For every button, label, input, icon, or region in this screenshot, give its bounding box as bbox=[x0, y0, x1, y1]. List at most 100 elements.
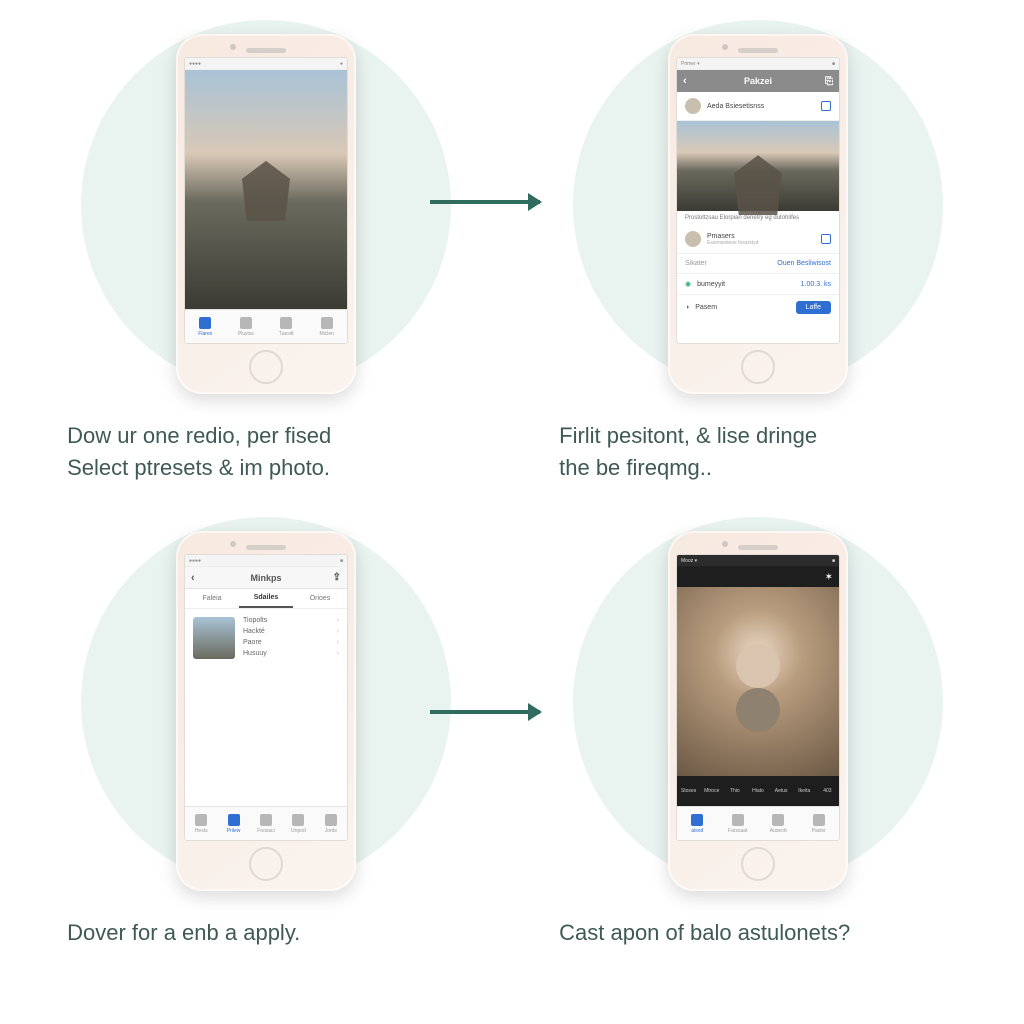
filter-strip: Stoses Mtroce Thio Hiato Aetus Ikeita 40… bbox=[677, 776, 839, 806]
phone-mockup: ●●●●■ ‹ Minkps ⇪ Faleia Sdailes Orioes T… bbox=[176, 531, 356, 891]
back-icon[interactable]: ‹ bbox=[191, 572, 195, 584]
user-name: Aeda Bsiesetisnss bbox=[707, 103, 764, 110]
tab-item[interactable]: Ausentt bbox=[758, 807, 799, 840]
phone-camera-dot bbox=[230, 44, 236, 50]
row-label: bumeyyit bbox=[697, 281, 725, 288]
tab-icon bbox=[280, 317, 292, 329]
nav-title: Minkps bbox=[250, 573, 281, 583]
avatar-icon bbox=[685, 231, 701, 247]
tab-item[interactable]: Miclen bbox=[307, 310, 348, 343]
caption-line: Dow ur one redio, per fised bbox=[67, 423, 331, 448]
tab-item[interactable]: Foosaci bbox=[250, 807, 282, 840]
tab-icon bbox=[199, 317, 211, 329]
phone-speaker bbox=[738, 48, 778, 53]
tab-item[interactable]: alsod bbox=[677, 807, 718, 840]
filter-option[interactable]: Stoses bbox=[677, 776, 700, 806]
user-row[interactable]: Aeda Bsiesetisnss bbox=[677, 92, 839, 121]
data-row: ◑ Pasem Laffe bbox=[677, 295, 839, 320]
tab-bar: alsod Farssaat Ausentt Pazier bbox=[677, 806, 839, 840]
nav-header: ‹ Minkps ⇪ bbox=[185, 567, 347, 589]
nav-title: Pakzei bbox=[744, 76, 772, 86]
top-toolbar: ✶ bbox=[677, 567, 839, 587]
list-item[interactable]: Tiopolts bbox=[243, 617, 339, 624]
caption-line: Select ptresets & im photo. bbox=[67, 455, 330, 480]
phone-mockup: ●●●●● Flares Pluviss Tuesitt Miclen bbox=[176, 34, 356, 394]
tab-item[interactable]: Hests bbox=[185, 807, 217, 840]
segment-tab[interactable]: Orioes bbox=[293, 589, 347, 608]
phone-screen: ●●●●● Flares Pluviss Tuesitt Miclen bbox=[184, 57, 348, 344]
tab-label: Unpod bbox=[291, 828, 306, 834]
footer-link[interactable]: Ouen Besliwisost bbox=[777, 260, 831, 267]
list-item[interactable]: Hackté bbox=[243, 628, 339, 635]
tab-bar: Hests Prilew Foosaci Unpod Jords bbox=[185, 806, 347, 840]
tab-icon bbox=[732, 814, 744, 826]
feed-photo[interactable] bbox=[677, 121, 839, 211]
tab-label: Pluviss bbox=[238, 331, 254, 337]
list-item[interactable]: Paore bbox=[243, 639, 339, 646]
action-icon[interactable]: ⎘ bbox=[825, 76, 833, 87]
tab-label: alsod bbox=[691, 828, 703, 834]
bookmark-icon[interactable]: ✶ bbox=[825, 572, 833, 583]
step-caption: Dover for a enb a apply. bbox=[67, 917, 465, 949]
checkbox[interactable] bbox=[821, 101, 831, 111]
tab-label: Flares bbox=[198, 331, 212, 337]
tab-icon bbox=[691, 814, 703, 826]
segment-tab[interactable]: Sdailes bbox=[239, 589, 293, 608]
arrow-icon bbox=[430, 200, 540, 204]
caption-line: Dover for a enb a apply. bbox=[67, 920, 300, 945]
segment-tab[interactable]: Faleia bbox=[185, 589, 239, 608]
phone-mockup: Primer ▾■ ‹ Pakzei ⎘ Aeda Bsiesetisnss P… bbox=[668, 34, 848, 394]
primary-button[interactable]: Laffe bbox=[796, 301, 831, 314]
filter-option[interactable]: Ikeita bbox=[793, 776, 816, 806]
tab-icon bbox=[813, 814, 825, 826]
avatar-icon bbox=[685, 98, 701, 114]
filter-option[interactable]: 403 bbox=[816, 776, 839, 806]
home-button[interactable] bbox=[249, 847, 283, 881]
tab-item[interactable]: Tuesitt bbox=[266, 310, 307, 343]
tab-item[interactable]: Prilew bbox=[217, 807, 249, 840]
step-3: ●●●●■ ‹ Minkps ⇪ Faleia Sdailes Orioes T… bbox=[40, 517, 492, 1004]
tab-item[interactable]: Pluviss bbox=[226, 310, 267, 343]
tab-item[interactable]: Jords bbox=[315, 807, 347, 840]
tab-icon bbox=[325, 814, 337, 826]
step-caption: Firlit pesitont, & lise dringe the be fi… bbox=[559, 420, 957, 484]
status-bar: ●●●●● bbox=[185, 58, 347, 70]
list-item[interactable]: Husuuy bbox=[243, 650, 339, 657]
tab-icon bbox=[240, 317, 252, 329]
phone-mockup: Mooz ▾■ ✶ Stoses Mtroce Thio Hiato Aetus… bbox=[668, 531, 848, 891]
home-button[interactable] bbox=[741, 847, 775, 881]
step-1: ●●●●● Flares Pluviss Tuesitt Miclen Dow … bbox=[40, 20, 492, 507]
phone-camera-dot bbox=[722, 44, 728, 50]
home-button[interactable] bbox=[249, 350, 283, 384]
tab-item[interactable]: Pazier bbox=[799, 807, 840, 840]
user-name: Pmasers bbox=[707, 233, 758, 240]
home-button[interactable] bbox=[741, 350, 775, 384]
phone-screen: Primer ▾■ ‹ Pakzei ⎘ Aeda Bsiesetisnss P… bbox=[676, 57, 840, 344]
step-caption: Cast apon of balo astulonets? bbox=[559, 917, 957, 949]
tab-item[interactable]: Farssaat bbox=[718, 807, 759, 840]
user-row[interactable]: Pmasers Essmsestese fosarstyd bbox=[677, 225, 839, 254]
action-icon[interactable]: ⇪ bbox=[333, 572, 341, 583]
tab-icon bbox=[321, 317, 333, 329]
tab-item[interactable]: Flares bbox=[185, 310, 226, 343]
tab-item[interactable]: Unpod bbox=[282, 807, 314, 840]
camera-preview bbox=[677, 587, 839, 776]
filter-option[interactable]: Mtroce bbox=[700, 776, 723, 806]
phone-screen: Mooz ▾■ ✶ Stoses Mtroce Thio Hiato Aetus… bbox=[676, 554, 840, 841]
phone-speaker bbox=[246, 545, 286, 550]
filter-option[interactable]: Hiato bbox=[746, 776, 769, 806]
step-4: Mooz ▾■ ✶ Stoses Mtroce Thio Hiato Aetus… bbox=[532, 517, 984, 1004]
filter-option[interactable]: Thio bbox=[723, 776, 746, 806]
checkbox[interactable] bbox=[821, 234, 831, 244]
tab-label: Ausentt bbox=[770, 828, 787, 834]
back-icon[interactable]: ‹ bbox=[683, 75, 687, 87]
list-options: Tiopolts Hackté Paore Husuuy bbox=[243, 617, 339, 659]
tab-label: Jords bbox=[325, 828, 337, 834]
thumbnail[interactable] bbox=[193, 617, 235, 659]
filter-option[interactable]: Aetus bbox=[770, 776, 793, 806]
tab-icon bbox=[228, 814, 240, 826]
phone-camera-dot bbox=[230, 541, 236, 547]
tab-icon bbox=[260, 814, 272, 826]
tab-icon bbox=[772, 814, 784, 826]
step-caption: Dow ur one redio, per fised Select ptres… bbox=[67, 420, 465, 484]
